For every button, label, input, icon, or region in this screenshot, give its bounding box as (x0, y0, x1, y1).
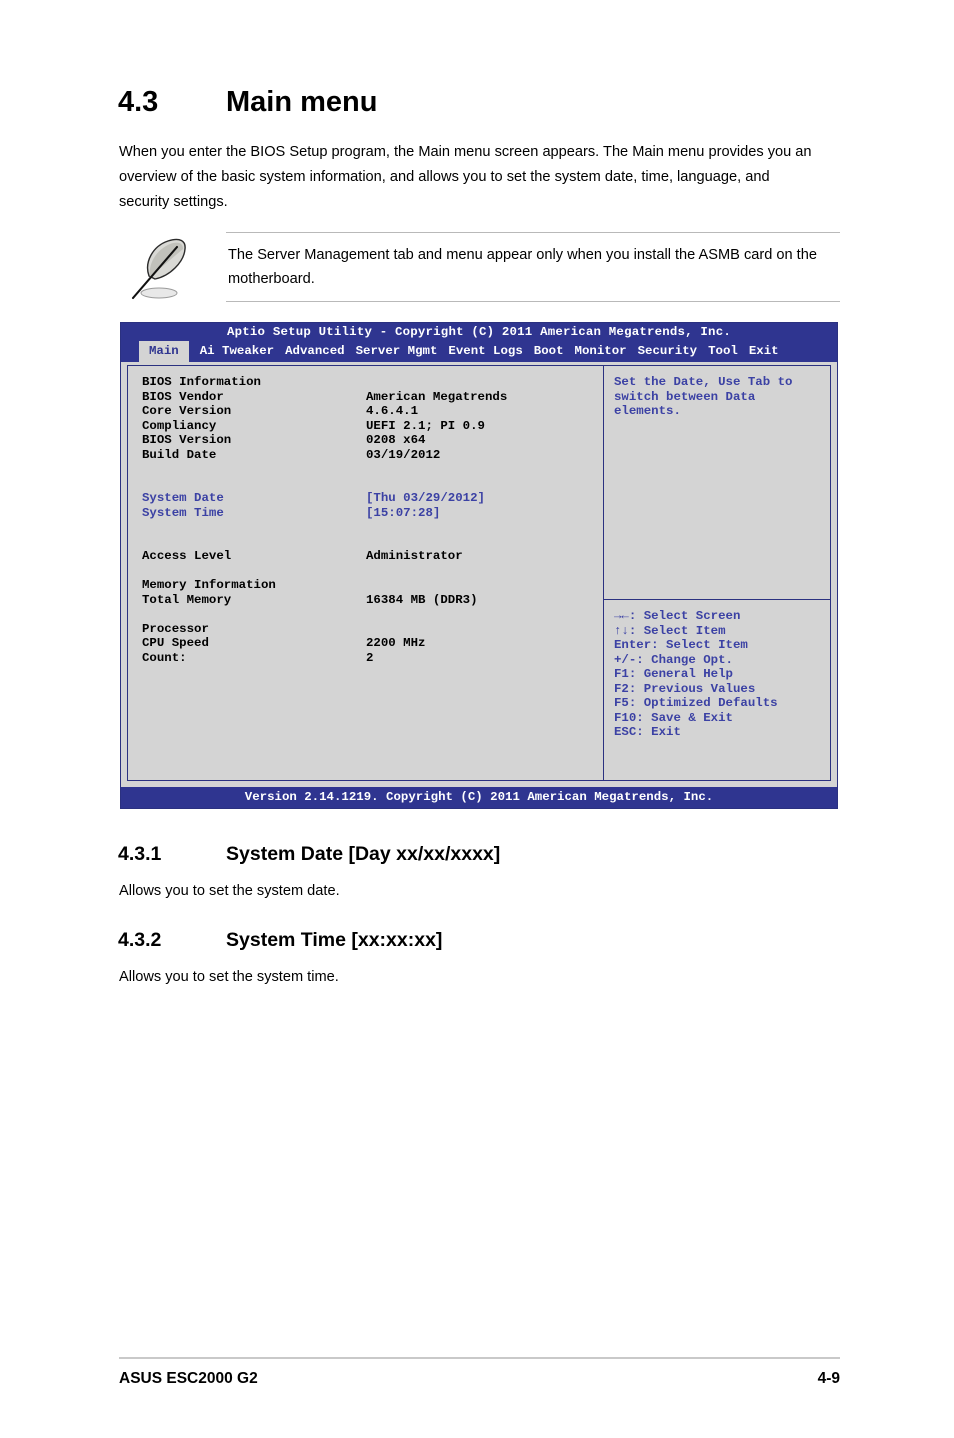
row-value: 2 (366, 650, 374, 665)
bios-key-legend-panel: →←: Select Screen ↑↓: Select Item Enter:… (604, 600, 831, 781)
tab-main[interactable]: Main (139, 341, 189, 362)
tab-tool[interactable]: Tool (708, 341, 738, 362)
key-f2-previous-values: F2: Previous Values (614, 681, 756, 696)
row-value: 03/19/2012 (366, 447, 441, 462)
subsection-title: System Date [Day xx/xx/xxxx] (226, 843, 501, 865)
tab-advanced[interactable]: Advanced (285, 341, 345, 362)
tab-server-mgmt[interactable]: Server Mgmt (356, 341, 438, 362)
group-label: Processor (142, 621, 209, 636)
tab-event-logs[interactable]: Event Logs (448, 341, 522, 362)
section-heading-4-3: 4.3 Main menu (118, 86, 377, 119)
row-system-date[interactable]: System Date [Thu 03/29/2012] (142, 491, 592, 506)
row-system-time[interactable]: System Time [15:07:28] (142, 506, 592, 521)
row-label: BIOS Vendor (142, 389, 224, 404)
section-intro-paragraph: When you enter the BIOS Setup program, t… (119, 144, 812, 210)
row-bios-vendor: BIOS Vendor American Megatrends (142, 390, 592, 405)
key-select-item: ↑↓: Select Item (614, 623, 726, 638)
row-label: Access Level (142, 549, 232, 563)
tab-security[interactable]: Security (638, 341, 698, 362)
row-label: System Date (142, 491, 224, 505)
row-value[interactable]: [15:07:28] (366, 506, 440, 521)
tab-boot[interactable]: Boot (534, 341, 564, 362)
section-number: 4.3 (118, 86, 159, 118)
key-esc-exit: ESC: Exit (614, 725, 681, 739)
subsection-title: System Time [xx:xx:xx] (226, 929, 443, 951)
group-heading-memory-information: Memory Information (142, 578, 592, 593)
tab-exit[interactable]: Exit (749, 341, 779, 362)
row-compliancy: Compliancy UEFI 2.1; PI 0.9 (142, 419, 592, 434)
row-label: System Time (142, 505, 224, 520)
row-label: Count: (142, 650, 187, 665)
row-value: 0208 x64 (366, 433, 426, 447)
subsection-paragraph-4-3-2: Allows you to set the system time. (119, 969, 339, 985)
row-label: BIOS Version (142, 433, 232, 447)
subsection-number: 4.3.2 (118, 929, 162, 951)
group-heading-processor: Processor (142, 622, 592, 637)
group-heading-bios-information: BIOS Information (142, 375, 592, 390)
bios-version-footer: Version 2.14.1219. Copyright (C) 2011 Am… (121, 787, 837, 808)
quill-pen-icon (126, 232, 192, 302)
subsection-number: 4.3.1 (118, 843, 162, 865)
row-value: 2200 MHz (366, 636, 426, 650)
row-total-memory: Total Memory 16384 MB (DDR3) (142, 593, 592, 608)
key-f10-save-exit: F10: Save & Exit (614, 710, 733, 725)
row-bios-version: BIOS Version 0208 x64 (142, 433, 592, 448)
bios-help-panel: Set the Date, Use Tab to switch between … (604, 365, 831, 600)
tab-ai-tweaker[interactable]: Ai Tweaker (200, 341, 274, 362)
row-value: 4.6.4.1 (366, 404, 419, 418)
row-label: Build Date (142, 447, 217, 462)
bios-main-area: BIOS Information BIOS Vendor American Me… (121, 362, 837, 787)
row-label: Core Version (142, 404, 232, 418)
key-f1-general-help: F1: General Help (614, 667, 733, 681)
row-label: Total Memory (142, 592, 232, 607)
bios-setup-screen: Aptio Setup Utility - Copyright (C) 2011… (120, 322, 838, 809)
subsection-paragraph-4-3-1: Allows you to set the system date. (119, 883, 340, 899)
row-value[interactable]: [Thu 03/29/2012] (366, 491, 485, 506)
row-build-date: Build Date 03/19/2012 (142, 448, 592, 463)
bios-help-text: Set the Date, Use Tab to switch between … (614, 375, 826, 419)
row-cpu-speed: CPU Speed 2200 MHz (142, 636, 592, 651)
row-value: UEFI 2.1; PI 0.9 (366, 418, 485, 433)
row-access-level: Access Level Administrator (142, 549, 592, 564)
bios-settings-panel: BIOS Information BIOS Vendor American Me… (127, 365, 604, 781)
bios-help-line-1: Set the Date, Use Tab to (614, 375, 793, 389)
row-value: 16384 MB (DDR3) (366, 592, 478, 607)
footer-page-number: 4-9 (817, 1370, 840, 1387)
footer-product-name: ASUS ESC2000 G2 (119, 1370, 258, 1387)
manual-page: 4.3 Main menu When you enter the BIOS Se… (0, 0, 954, 1438)
key-select-screen: →←: Select Screen (614, 609, 741, 623)
row-label: CPU Speed (142, 636, 209, 650)
bios-tab-bar[interactable]: Main Ai Tweaker Advanced Server Mgmt Event L… (121, 341, 837, 362)
key-enter-select-item: Enter: Select Item (614, 638, 748, 652)
bios-settings-list: BIOS Information BIOS Vendor American Me… (142, 375, 592, 665)
row-label: Compliancy (142, 418, 217, 433)
row-core-version: Core Version 4.6.4.1 (142, 404, 592, 419)
note-box: The Server Management tab and menu appea… (118, 232, 840, 304)
row-cpu-count: Count: 2 (142, 651, 592, 666)
section-heading-4-3-1: 4.3.1 System Date [Day xx/xx/xxxx] (118, 843, 500, 866)
bios-key-legend-list: →←: Select Screen ↑↓: Select Item Enter:… (614, 609, 826, 740)
tab-monitor[interactable]: Monitor (575, 341, 627, 362)
group-label: BIOS Information (142, 375, 261, 389)
footer-divider (119, 1357, 840, 1359)
note-text: The Server Management tab and menu appea… (228, 247, 817, 287)
bios-help-line-2: switch between Data elements. (614, 389, 756, 419)
row-value: Administrator (366, 549, 463, 563)
key-f5-optimized-defaults: F5: Optimized Defaults (614, 696, 778, 710)
section-title: Main menu (226, 86, 378, 118)
note-body: The Server Management tab and menu appea… (226, 232, 840, 302)
row-value: American Megatrends (366, 389, 508, 404)
section-heading-4-3-2: 4.3.2 System Time [xx:xx:xx] (118, 929, 442, 952)
key-change-opt: +/-: Change Opt. (614, 652, 733, 667)
group-label: Memory Information (142, 578, 276, 592)
bios-titlebar: Aptio Setup Utility - Copyright (C) 2011… (121, 323, 837, 341)
